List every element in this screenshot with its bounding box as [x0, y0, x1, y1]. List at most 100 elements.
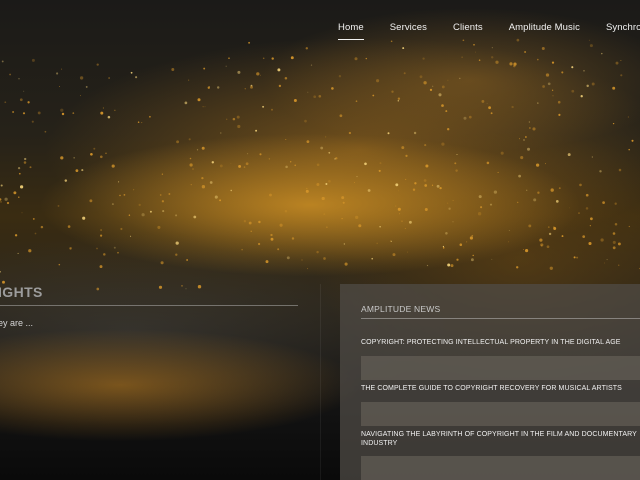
news-item-excerpt	[361, 456, 640, 480]
nav-services[interactable]: Services	[390, 22, 427, 40]
gold-particle	[168, 193, 171, 195]
gold-particle	[602, 201, 605, 204]
gold-particle	[67, 225, 71, 228]
gold-particle	[284, 209, 288, 213]
gold-particle	[23, 161, 27, 164]
nav-clients[interactable]: Clients	[453, 22, 483, 40]
gold-particle	[372, 94, 375, 97]
gold-particle	[405, 178, 407, 180]
gold-particle	[461, 56, 463, 58]
gold-particle	[532, 127, 536, 131]
gold-particle	[9, 73, 12, 76]
gold-particle	[60, 108, 64, 112]
news-item-title[interactable]: THE COMPLETE GUIDE TO COPYRIGHT RECOVERY…	[361, 385, 640, 394]
gold-particle	[220, 132, 222, 134]
gold-particle	[523, 139, 525, 141]
gold-particle	[58, 263, 61, 266]
gold-particle	[305, 189, 309, 193]
gold-particle	[284, 76, 288, 80]
gold-particle	[17, 166, 21, 170]
gold-particle	[424, 184, 428, 187]
gold-particle	[432, 85, 434, 87]
gold-particle	[550, 188, 554, 192]
column-divider	[320, 284, 321, 480]
gold-particle	[481, 99, 485, 103]
gold-particle	[424, 208, 428, 211]
gold-particle	[241, 248, 243, 251]
gold-particle	[526, 147, 531, 151]
gold-particle	[571, 66, 574, 69]
gold-particle	[321, 196, 325, 201]
nav-home[interactable]: Home	[338, 22, 364, 40]
gold-particle	[306, 187, 308, 190]
gold-particle	[243, 220, 247, 223]
gold-particle	[391, 90, 394, 93]
gold-particle	[22, 112, 26, 115]
gold-particle	[551, 89, 554, 91]
gold-particle	[1, 60, 4, 63]
gold-particle	[628, 148, 630, 151]
gold-particle	[426, 264, 429, 267]
gold-particle	[19, 98, 23, 102]
news-item[interactable]: THE COMPLETE GUIDE TO COPYRIGHT RECOVERY…	[361, 385, 640, 426]
gold-particle	[615, 61, 619, 65]
gold-particle	[442, 247, 445, 249]
gold-particle	[219, 199, 222, 202]
section-title: IGHTS	[0, 284, 43, 300]
gold-particle	[265, 260, 269, 264]
news-item-title[interactable]: COPYRIGHT: PROTECTING INTELLECTUAL PROPE…	[361, 339, 640, 348]
gold-particle	[90, 152, 93, 156]
gold-particle	[82, 216, 86, 220]
gold-particle	[190, 183, 192, 186]
gold-particle	[262, 105, 265, 108]
gold-particle	[31, 120, 34, 123]
gold-particle	[439, 186, 442, 190]
gold-particle	[423, 81, 427, 85]
gold-particle	[119, 194, 121, 197]
gold-particle	[497, 171, 499, 173]
gold-particle	[364, 162, 367, 166]
gold-particle	[452, 221, 454, 223]
gold-particle	[114, 109, 116, 111]
gold-particle	[113, 246, 116, 249]
nav-synchron[interactable]: Synchron	[606, 22, 640, 40]
gold-particle	[548, 232, 552, 236]
gold-particle	[184, 101, 188, 105]
gold-particle	[60, 156, 64, 160]
gold-particle	[193, 215, 197, 219]
gold-particle	[448, 207, 451, 210]
gold-particle	[141, 122, 143, 124]
gold-particle	[470, 258, 474, 262]
news-item[interactable]: COPYRIGHT: PROTECTING INTELLECTUAL PROPE…	[361, 339, 640, 380]
gold-particle	[491, 56, 494, 59]
gold-particle	[328, 151, 331, 154]
gold-particle	[197, 98, 201, 102]
gold-particle	[569, 207, 570, 209]
gold-particle	[445, 232, 448, 235]
gold-particle	[424, 144, 427, 147]
nav-amplitude-music[interactable]: Amplitude Music	[509, 22, 580, 40]
news-item-title[interactable]: NAVIGATING THE LABYRINTH OF COPYRIGHT IN…	[361, 431, 640, 448]
gold-particle	[442, 245, 445, 248]
gold-particle	[61, 112, 65, 116]
gold-particle	[618, 264, 620, 266]
gold-particle	[397, 207, 401, 211]
news-item[interactable]: NAVIGATING THE LABYRINTH OF COPYRIGHT IN…	[361, 431, 640, 480]
gold-particle	[59, 86, 61, 88]
gold-particle	[0, 198, 2, 201]
gold-particle	[403, 72, 406, 75]
gold-particle	[441, 85, 445, 89]
gold-particle	[441, 142, 445, 146]
gold-particle	[397, 99, 400, 102]
gold-particle	[509, 62, 513, 66]
gold-particle	[64, 179, 68, 182]
gold-particle	[387, 132, 390, 135]
gold-particle	[537, 102, 539, 104]
gold-particle	[203, 67, 206, 70]
gold-particle	[589, 225, 591, 227]
gold-particle	[355, 215, 359, 220]
gold-particle	[612, 232, 616, 235]
gold-particle	[537, 191, 540, 194]
gold-particle	[540, 245, 542, 247]
gold-particle	[589, 44, 593, 48]
